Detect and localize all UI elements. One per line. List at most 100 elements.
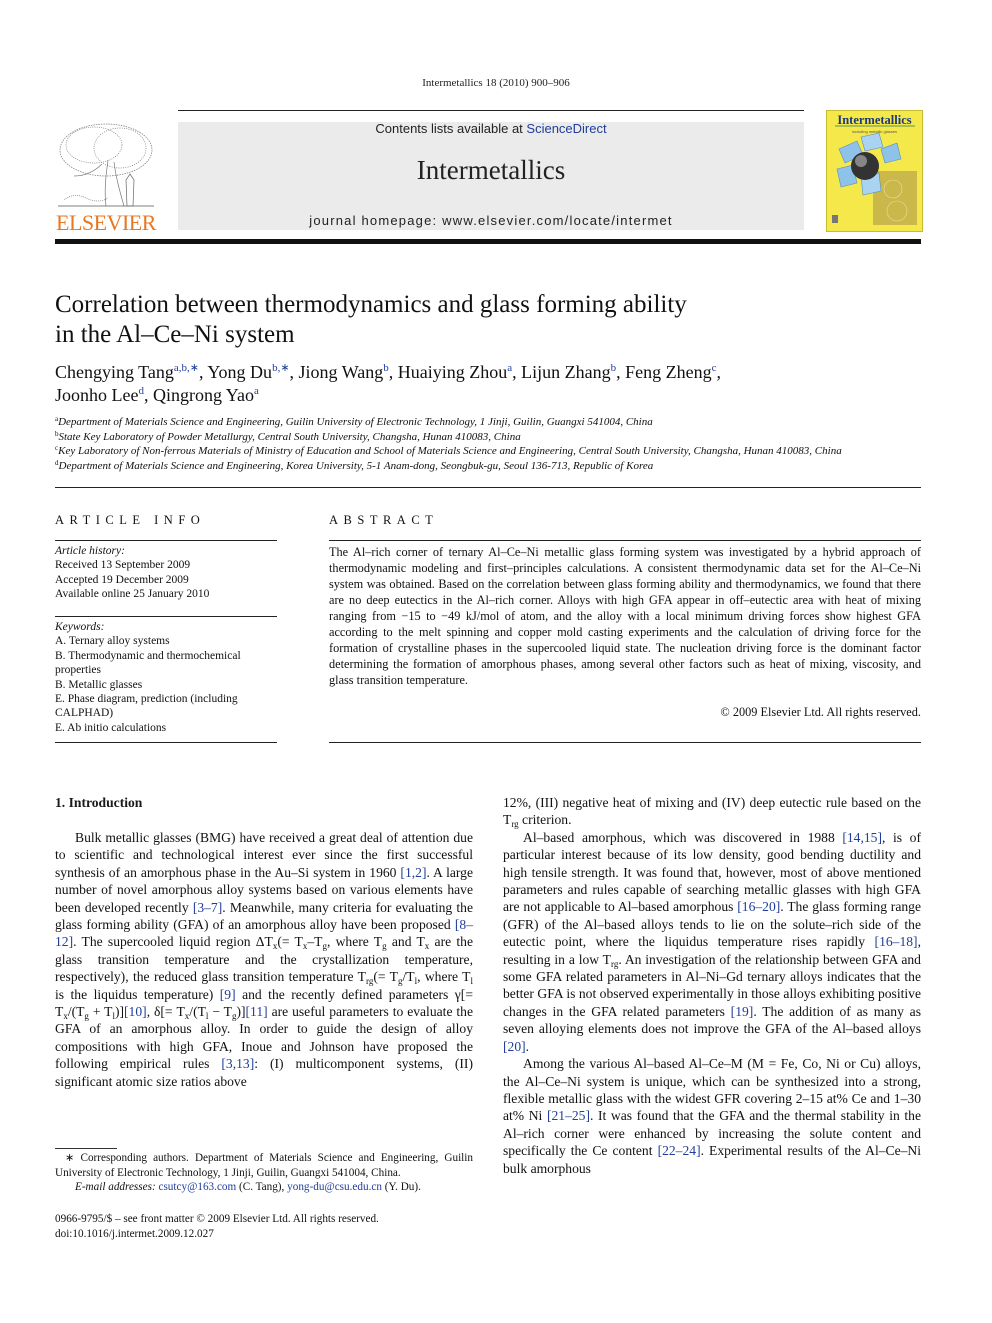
contents-line: Contents lists available at ScienceDirec… (178, 121, 804, 136)
issn-line: 0966-9795/$ – see front matter © 2009 El… (55, 1213, 379, 1225)
text: . The supercooled liquid region ΔT (73, 934, 273, 950)
article-title: Correlation between thermodynamics and g… (55, 290, 855, 350)
text: –T (307, 934, 323, 950)
text: − T (208, 1004, 232, 1020)
affiliation: cKey Laboratory of Non-ferrous Materials… (55, 444, 935, 459)
citation-link[interactable]: [3,13] (221, 1056, 254, 1071)
author: Jiong Wangb, (299, 362, 398, 382)
author-name: Lijun Zhang (521, 362, 611, 382)
doi[interactable]: doi:10.1016/j.intermet.2009.12.027 (55, 1227, 473, 1242)
author: Yong Dub,∗, (207, 362, 298, 382)
paragraph: Among the various Al–based Al–Ce–M (M = … (503, 1055, 921, 1177)
journal-homepage: journal homepage: www.elsevier.com/locat… (178, 213, 804, 228)
journal-name: Intermetallics (416, 155, 566, 185)
citation-link[interactable]: [21–25] (547, 1108, 590, 1123)
text: (= T (277, 934, 303, 950)
keyword: E. Ab initio calculations (55, 721, 167, 734)
citation-link[interactable]: [3–7] (193, 900, 222, 915)
accepted-date: Accepted 19 December 2009 (55, 573, 189, 586)
corresponding-author-footnote: ∗ Corresponding authors. Department of M… (55, 1151, 473, 1195)
author: Qingrong Yaoa (153, 385, 259, 405)
text: /(T (189, 1004, 206, 1020)
abstract-heading: ABSTRACT (329, 513, 439, 527)
online-date: Available online 25 January 2010 (55, 588, 210, 601)
author-affiliation-mark[interactable]: a (254, 385, 259, 397)
citation-link[interactable]: [22–24] (658, 1143, 701, 1158)
title-line-2: in the Al–Ce–Ni system (55, 321, 295, 348)
divider (55, 540, 277, 541)
keywords-label: Keywords: (55, 621, 105, 633)
paragraph: 12%, (III) negative heat of mixing and (… (503, 794, 921, 829)
text: /T (402, 969, 415, 985)
text: )] (114, 1004, 125, 1020)
article-history: Article history: Received 13 September 2… (55, 544, 277, 602)
citation-link[interactable]: [1,2] (400, 865, 426, 880)
keyword: B. Metallic glasses (55, 678, 143, 691)
affiliation-text: State Key Laboratory of Powder Metallurg… (58, 430, 521, 443)
text: (= T (373, 969, 398, 985)
elsevier-wordmark: ELSEVIER (56, 210, 156, 235)
author: Joonho Leed, (55, 385, 153, 405)
citation-link[interactable]: [11] (246, 1004, 268, 1019)
text: , where T (417, 969, 471, 985)
keyword: E. Phase diagram, prediction (including … (55, 693, 238, 720)
text: Al–based amorphous, which was discovered… (523, 829, 843, 845)
citation-link[interactable]: [14,15] (842, 830, 882, 845)
email-owner: (Y. Du). (381, 1181, 421, 1194)
email-link[interactable]: csutcy@163.com (158, 1181, 236, 1193)
crystal-structure-icon (832, 125, 917, 225)
abstract-body: The Al–rich corner of ternary Al–Ce–Ni m… (329, 545, 921, 687)
separator: , (616, 362, 626, 382)
citation-link[interactable]: [9] (220, 987, 236, 1002)
homepage-prefix: journal homepage: (309, 213, 443, 228)
citation-link[interactable]: [19] (731, 1004, 754, 1019)
subscript: rg (511, 819, 519, 830)
received-date: Received 13 September 2009 (55, 559, 191, 572)
separator: , (512, 362, 522, 382)
author-affiliation-mark[interactable]: a,b,∗ (174, 362, 199, 374)
tree-icon (58, 123, 154, 207)
separator: , (143, 385, 153, 405)
author-name: Huaiying Zhou (397, 362, 508, 382)
author-list: Chengying Tanga,b,∗, Yong Dub,∗, Jiong W… (55, 361, 935, 407)
text: , where T (326, 934, 383, 950)
divider (55, 742, 277, 743)
divider (329, 540, 921, 541)
author-affiliation-mark[interactable]: b,∗ (272, 362, 289, 374)
keyword: B. Thermodynamic and thermochemical prop… (55, 649, 241, 677)
divider (55, 616, 277, 617)
text: /(T (67, 1004, 85, 1020)
author-name: Feng Zheng (625, 362, 712, 382)
header-thick-rule (55, 239, 921, 244)
text: and T (386, 934, 425, 950)
header-rule (178, 110, 804, 111)
abstract-copyright: © 2009 Elsevier Ltd. All rights reserved… (720, 705, 921, 719)
affiliation-rule (55, 487, 921, 488)
email-owner: (C. Tang), (236, 1181, 288, 1194)
contents-prefix: Contents lists available at (375, 121, 527, 136)
footnote-rule (55, 1148, 117, 1149)
text: + T (88, 1004, 113, 1020)
affiliation-text: Department of Materials Science and Engi… (58, 416, 653, 428)
citation-link[interactable]: [16–18] (875, 934, 918, 949)
article-info-heading: ARTICLE INFO (55, 513, 206, 527)
sciencedirect-link[interactable]: ScienceDirect (526, 121, 606, 136)
citation-link[interactable]: [20] (503, 1039, 526, 1054)
homepage-url[interactable]: www.elsevier.com/locate/intermet (442, 213, 673, 228)
author-name: Chengying Tang (55, 362, 174, 382)
affiliation: bState Key Laboratory of Powder Metallur… (55, 430, 935, 445)
affiliation: aDepartment of Materials Science and Eng… (55, 415, 935, 430)
text: )] (236, 1004, 246, 1020)
citation-link[interactable]: [10] (124, 1004, 147, 1019)
author: Huaiying Zhoua, (398, 362, 521, 382)
author: Lijun Zhangb, (521, 362, 625, 382)
text: . (525, 1038, 530, 1054)
corresponding-note: ∗ Corresponding authors. Department of M… (55, 1152, 473, 1179)
author-name: Jiong Wang (298, 362, 384, 382)
running-head: Intermetallics 18 (2010) 900–906 (422, 77, 570, 89)
text: criterion. (518, 812, 572, 828)
email-link[interactable]: yong-du@csu.edu.cn (287, 1181, 382, 1193)
citation-link[interactable]: [16–20] (737, 899, 780, 914)
author: Feng Zhengc, (625, 362, 721, 382)
author: Chengying Tanga,b,∗, (55, 362, 207, 382)
